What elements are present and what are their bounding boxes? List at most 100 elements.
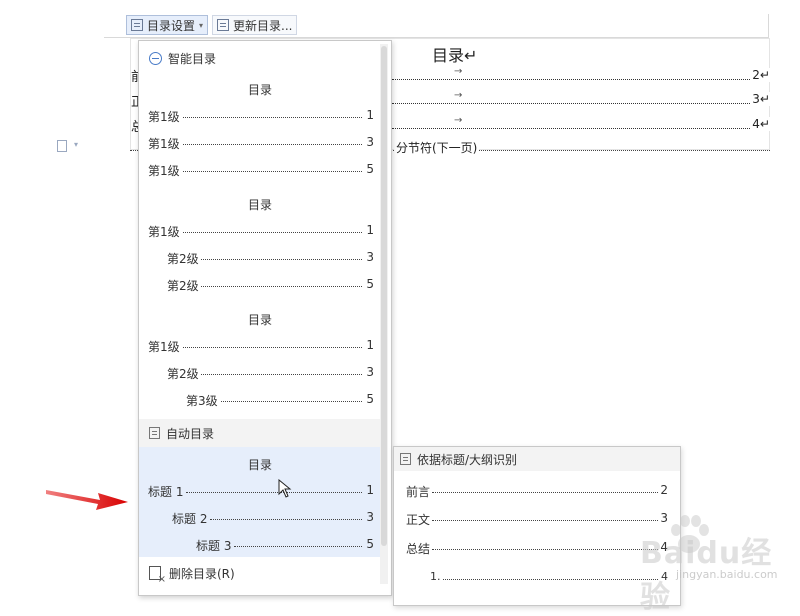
- section-break-label: 分节符(下一页): [394, 139, 480, 156]
- leader-dots: [218, 401, 362, 402]
- toc-page-number: 5: [366, 537, 374, 551]
- toc-style-title: 目录: [247, 198, 272, 212]
- watermark-url: jingyan.baidu.com: [676, 568, 778, 581]
- submenu-header: 依据标题/大纲识别: [394, 447, 680, 471]
- toc-page-number: 3: [366, 135, 374, 149]
- auto-toc-label: 自动目录: [166, 426, 215, 441]
- mouse-cursor-icon: [278, 479, 292, 498]
- update-toc-label: 更新目录...: [233, 18, 293, 33]
- leader-dots: [432, 520, 658, 521]
- toc-style-title: 目录: [247, 313, 272, 327]
- toc-preview-row: 第2级 3: [148, 250, 374, 267]
- toc-preview-row: 第1级 1: [148, 223, 374, 240]
- tab-arrow-icon: →: [454, 66, 463, 77]
- toc-page-number: 1: [366, 338, 374, 352]
- smart-toc-header: 智能目录: [139, 44, 380, 72]
- submenu-header-label: 依据标题/大纲识别: [417, 452, 518, 467]
- leader-dots: [392, 128, 756, 129]
- toc-level-label: 第1级: [148, 223, 182, 240]
- toc-level-label: 第2级: [167, 277, 201, 294]
- doc-page-number: 3↵: [751, 92, 770, 106]
- submenu-row: 前言 2: [406, 483, 668, 500]
- toc-page-number: 1: [366, 108, 374, 122]
- toc-page-number: 3: [366, 510, 374, 524]
- toc-preview-row: 第1级 1: [148, 338, 374, 355]
- submenu-row-label: 正文: [406, 511, 433, 528]
- tab-arrow-icon: →: [454, 115, 463, 126]
- auto-toc-header: 自动目录: [139, 419, 380, 447]
- toc-preview-row: 第2级 5: [148, 277, 374, 294]
- update-toc-icon: [217, 19, 230, 31]
- toc-level-label: 第1级: [148, 108, 182, 125]
- toc-style-title: 目录: [247, 458, 272, 472]
- smart-toc-label: 智能目录: [168, 51, 217, 66]
- delete-toc-menu-item[interactable]: 删除目录(R): [139, 560, 380, 586]
- leader-dots: [392, 103, 756, 104]
- toc-level-label: 标题 2: [172, 510, 210, 527]
- leader-dots: [198, 286, 362, 287]
- leader-dots: [392, 79, 756, 80]
- toc-settings-icon: [131, 19, 143, 31]
- toc-level-label: 第1级: [148, 162, 182, 179]
- scrollbar-thumb[interactable]: [381, 46, 387, 546]
- toc-level-label: 第1级: [148, 338, 182, 355]
- submenu-page-number: 2: [660, 483, 668, 497]
- leader-dots: [178, 171, 362, 172]
- toc-preview-row: 第2级 3: [148, 365, 374, 382]
- doc-page-number: 4↵: [751, 117, 770, 131]
- toc-level-label: 第1级: [148, 135, 182, 152]
- document-icon[interactable]: [57, 140, 67, 152]
- leader-dots: [178, 232, 362, 233]
- page-edge-line: [768, 14, 769, 38]
- toc-preview-row: 第1级 3: [148, 135, 374, 152]
- toc-level-label: 第3级: [186, 392, 220, 409]
- smart-toc-icon: [149, 51, 162, 65]
- toc-preview-row: 第3级 5: [148, 392, 374, 409]
- auto-toc-option[interactable]: 目录 标题 1 1 标题 2 3 标题 3 5: [139, 447, 380, 557]
- toc-preview-row: 第1级 5: [148, 162, 374, 179]
- tab-arrow-icon: →: [454, 90, 463, 101]
- submenu-row: 正文 3: [406, 511, 668, 528]
- toc-page-number: 3: [366, 365, 374, 379]
- doc-toc-line[interactable]: → 4↵: [392, 115, 770, 133]
- toc-preview-row: 标题 2 3: [148, 510, 374, 527]
- red-arrow-icon: [46, 490, 128, 510]
- toc-preview-row: 标题 3 5: [148, 537, 374, 554]
- leader-dots: [178, 347, 362, 348]
- toc-page-number: 1: [366, 223, 374, 237]
- update-toc-button[interactable]: 更新目录...: [212, 15, 298, 35]
- leader-dots: [186, 492, 362, 493]
- submenu-row: 1. 4: [430, 570, 668, 584]
- chevron-down-icon: ▾: [199, 20, 204, 30]
- toc-page-number: 1: [366, 483, 374, 497]
- toc-page-number: 3: [366, 250, 374, 264]
- delete-toc-label: 删除目录(R): [169, 566, 235, 581]
- toc-settings-label: 目录设置: [147, 18, 196, 33]
- doc-toc-line[interactable]: → 2↵: [392, 66, 770, 84]
- auto-toc-icon: [149, 427, 160, 439]
- toc-preview-row: 第1级 1: [148, 108, 374, 125]
- toc-level-label: 第2级: [167, 250, 201, 267]
- leader-dots: [210, 519, 362, 520]
- toc-level-label: 标题 1: [148, 483, 186, 500]
- toc-settings-button[interactable]: 目录设置 ▾: [126, 15, 209, 35]
- toc-level-label: 标题 3: [196, 537, 234, 554]
- toc-preview-row: 标题 1 1: [148, 483, 374, 500]
- submenu-row-label: 总结: [406, 540, 433, 557]
- outline-icon: [400, 453, 411, 465]
- chevron-down-icon[interactable]: ▾: [74, 140, 78, 149]
- doc-toc-title: 目录↵: [432, 46, 478, 65]
- toc-page-number: 5: [366, 392, 374, 406]
- submenu-row-label: 1.: [430, 570, 443, 583]
- submenu-row-label: 前言: [406, 483, 433, 500]
- toc-page-number: 5: [366, 277, 374, 291]
- toc-page-number: 5: [366, 162, 374, 176]
- leader-dots: [178, 117, 362, 118]
- toc-toolbar: 目录设置 ▾ 更新目录...: [126, 14, 298, 36]
- leader-dots: [442, 579, 658, 580]
- leader-dots: [198, 374, 362, 375]
- leader-dots: [234, 546, 362, 547]
- doc-toc-line[interactable]: → 3↵: [392, 90, 770, 108]
- submenu-row: 总结 4: [406, 540, 668, 557]
- leader-dots: [432, 549, 658, 550]
